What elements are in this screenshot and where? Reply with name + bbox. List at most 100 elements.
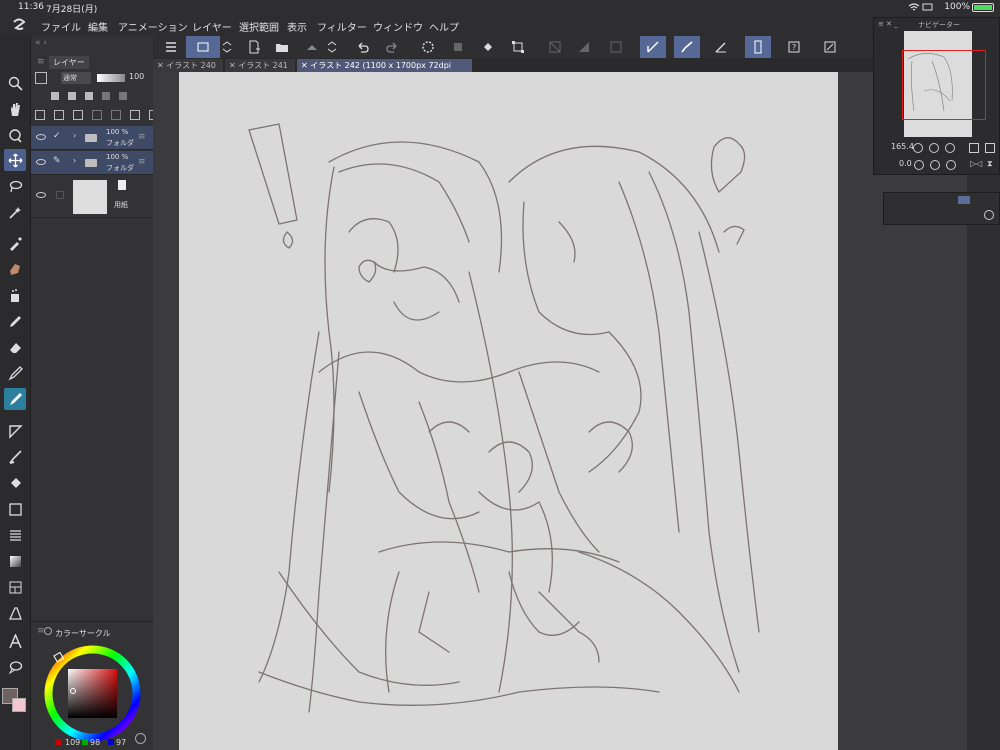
tab-illust-240[interactable]: ✕ イラスト 240	[153, 59, 223, 72]
loading-spinner-button[interactable]	[415, 36, 441, 58]
viewport-indicator[interactable]	[902, 50, 986, 120]
rgb-red-value[interactable]: 109	[65, 738, 80, 747]
copy-button[interactable]	[445, 36, 471, 58]
invert-selection-button[interactable]	[603, 36, 629, 58]
layer-checkbox[interactable]	[56, 191, 64, 199]
clip-icon[interactable]	[51, 92, 59, 100]
opacity-slider[interactable]	[97, 74, 125, 82]
download-icon[interactable]	[984, 210, 994, 220]
new-raster-layer-icon[interactable]	[35, 110, 45, 120]
menu-filter[interactable]: フィルター	[317, 19, 367, 34]
zoom-in-icon[interactable]	[929, 143, 939, 153]
move-tool[interactable]	[4, 149, 26, 171]
combine-icon[interactable]	[111, 110, 121, 120]
layer-tab[interactable]: レイヤー	[49, 56, 89, 69]
tab-illust-242[interactable]: ✕ イラスト 242 (1100 x 1700px 72dpi 165.4%)	[297, 59, 472, 83]
rgb-green-value[interactable]: 98	[90, 738, 100, 747]
fit-width-icon[interactable]	[985, 143, 995, 153]
frame-tool[interactable]	[4, 576, 26, 598]
balloon-tool[interactable]	[4, 656, 26, 678]
help-button[interactable]: ?	[781, 36, 807, 58]
brush-tool[interactable]	[4, 362, 26, 384]
hamburger-menu-button[interactable]	[158, 36, 184, 58]
rotate-right-icon[interactable]	[930, 160, 940, 170]
gradient-fill-tool[interactable]	[4, 550, 26, 572]
companion-mode-button[interactable]	[817, 36, 843, 58]
fit-screen-icon[interactable]	[969, 143, 979, 153]
gradient-tool[interactable]	[4, 498, 26, 520]
app-logo-icon[interactable]	[10, 16, 28, 34]
blend-mode-select[interactable]: 通常	[61, 72, 91, 84]
mask-icon[interactable]	[119, 92, 127, 100]
eyedropper-tool[interactable]	[4, 232, 26, 254]
layer-row-paper[interactable]: 用紙	[31, 176, 153, 218]
expand-chevron-icon[interactable]: ›	[73, 131, 76, 140]
rotate-left-icon[interactable]	[914, 160, 924, 170]
reference-icon[interactable]	[68, 92, 76, 100]
checkmark-icon[interactable]: ✓	[53, 131, 61, 141]
lock-icon[interactable]	[85, 92, 93, 100]
rotate-reset-icon[interactable]	[946, 160, 956, 170]
save-toggle[interactable]	[325, 36, 339, 58]
snap-grid-button[interactable]	[708, 36, 734, 58]
panel-collapse-icon[interactable]: « ‹	[35, 38, 47, 48]
fill-button[interactable]	[475, 36, 501, 58]
text-tool[interactable]	[4, 630, 26, 652]
zoom-tool[interactable]	[4, 72, 26, 94]
zoom-value[interactable]: 165.4	[891, 142, 914, 151]
undo-button[interactable]	[350, 36, 376, 58]
palette-tab-icon[interactable]	[958, 196, 970, 204]
open-file-button[interactable]	[269, 36, 295, 58]
rotation-angle-value[interactable]: 0.0	[899, 159, 912, 168]
deselect-button[interactable]	[542, 36, 568, 58]
save-button[interactable]	[299, 36, 325, 58]
menu-layer[interactable]: レイヤー	[192, 19, 232, 34]
merge-down-icon[interactable]	[92, 110, 102, 120]
tab-close-icon[interactable]: ✕	[229, 61, 236, 70]
edge-keyboard-button[interactable]	[745, 36, 771, 58]
fill-tool[interactable]	[4, 472, 26, 494]
figure-tool[interactable]	[4, 420, 26, 442]
ruler-tool[interactable]	[4, 602, 26, 624]
color-settings-icon[interactable]	[135, 733, 146, 744]
lock-alpha-icon[interactable]	[102, 92, 110, 100]
blend-tool[interactable]	[4, 446, 26, 468]
decoration-tool[interactable]	[4, 310, 26, 332]
eraser-tool[interactable]	[4, 336, 26, 358]
sub-pen-tool[interactable]	[4, 388, 26, 410]
panel-menu-icon[interactable]: ≡ ✕ _	[878, 20, 898, 28]
quick-access-toggle[interactable]	[220, 36, 234, 58]
rgb-blue-value[interactable]: 97	[116, 738, 126, 747]
pen-tool[interactable]	[4, 258, 26, 280]
visibility-eye-icon[interactable]	[36, 192, 46, 198]
select-all-button[interactable]	[571, 36, 597, 58]
drawing-paper[interactable]	[179, 72, 838, 750]
snap-special-ruler-button[interactable]	[674, 36, 700, 58]
layer-row-folder-1[interactable]: ✓ › 100 % フォルダ ≡	[31, 126, 153, 150]
hatching-tool[interactable]	[4, 524, 26, 546]
layer-row-folder-2[interactable]: ✎ › 100 % フォルダ ≡	[31, 151, 153, 175]
zoom-reset-icon[interactable]	[945, 143, 955, 153]
menu-animation[interactable]: アニメーション	[118, 19, 188, 34]
lasso-tool[interactable]	[4, 175, 26, 197]
menu-view[interactable]: 表示	[287, 19, 307, 34]
transform-button[interactable]	[505, 36, 531, 58]
sub-color-swatch[interactable]	[12, 698, 26, 712]
menu-file[interactable]: ファイル	[41, 19, 81, 34]
magic-wand-tool[interactable]	[4, 201, 26, 223]
airbrush-tool[interactable]	[4, 284, 26, 306]
quick-access-button[interactable]	[186, 36, 220, 58]
panel-menu-icon[interactable]: ≡	[37, 57, 45, 67]
drag-handle-icon[interactable]: ≡	[138, 132, 146, 142]
apply-mask-icon[interactable]	[130, 110, 140, 120]
menu-edit[interactable]: 編集	[88, 19, 108, 34]
menu-selection[interactable]: 選択範囲	[239, 19, 279, 34]
expand-chevron-icon[interactable]: ›	[73, 156, 76, 165]
tab-illust-241[interactable]: ✕ イラスト 241	[225, 59, 295, 72]
redo-button[interactable]	[379, 36, 405, 58]
new-file-button[interactable]	[241, 36, 267, 58]
visibility-eye-icon[interactable]	[36, 159, 46, 165]
visibility-eye-icon[interactable]	[36, 134, 46, 140]
tab-close-icon[interactable]: ✕	[157, 61, 164, 70]
new-folder-icon[interactable]	[73, 110, 83, 120]
